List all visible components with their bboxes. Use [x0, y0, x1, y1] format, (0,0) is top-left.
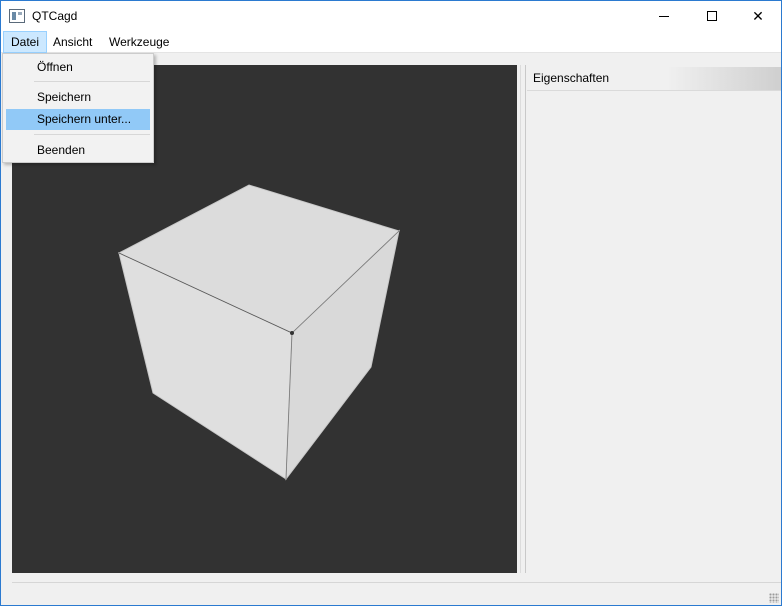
status-bar — [12, 582, 781, 583]
cube-vertex — [290, 331, 294, 335]
resize-grip-icon[interactable] — [769, 593, 779, 603]
maximize-button[interactable] — [689, 1, 735, 31]
close-icon: ✕ — [752, 7, 764, 24]
app-icon — [9, 9, 25, 23]
panel-splitter[interactable] — [520, 65, 526, 573]
menu-werkzeuge[interactable]: Werkzeuge — [102, 31, 176, 53]
menu-separator — [34, 81, 150, 82]
menu-item-save-as[interactable]: Speichern unter... — [6, 109, 150, 130]
menu-ansicht[interactable]: Ansicht — [46, 31, 99, 53]
properties-header: Eigenschaften — [527, 67, 781, 91]
minimize-button[interactable] — [641, 1, 687, 31]
menu-datei[interactable]: Datei — [3, 31, 48, 53]
menu-item-save[interactable]: Speichern — [6, 87, 150, 108]
minimize-icon — [659, 15, 669, 17]
close-button[interactable]: ✕ — [735, 1, 781, 31]
maximize-icon — [707, 11, 717, 21]
menu-item-exit[interactable]: Beenden — [6, 140, 150, 161]
title-bar[interactable]: QTCagd ✕ — [1, 1, 781, 31]
menu-bar: Datei Ansicht Werkzeuge — [1, 31, 781, 53]
file-menu-dropdown: Öffnen Speichern Speichern unter... Been… — [2, 53, 154, 163]
properties-panel: Eigenschaften — [527, 67, 781, 573]
main-window: QTCagd ✕ Datei Ansicht Werkzeuge Eigensc… — [0, 0, 782, 606]
window-title: QTCagd — [32, 9, 78, 23]
menu-separator — [34, 134, 150, 135]
menu-item-open[interactable]: Öffnen — [6, 57, 150, 78]
